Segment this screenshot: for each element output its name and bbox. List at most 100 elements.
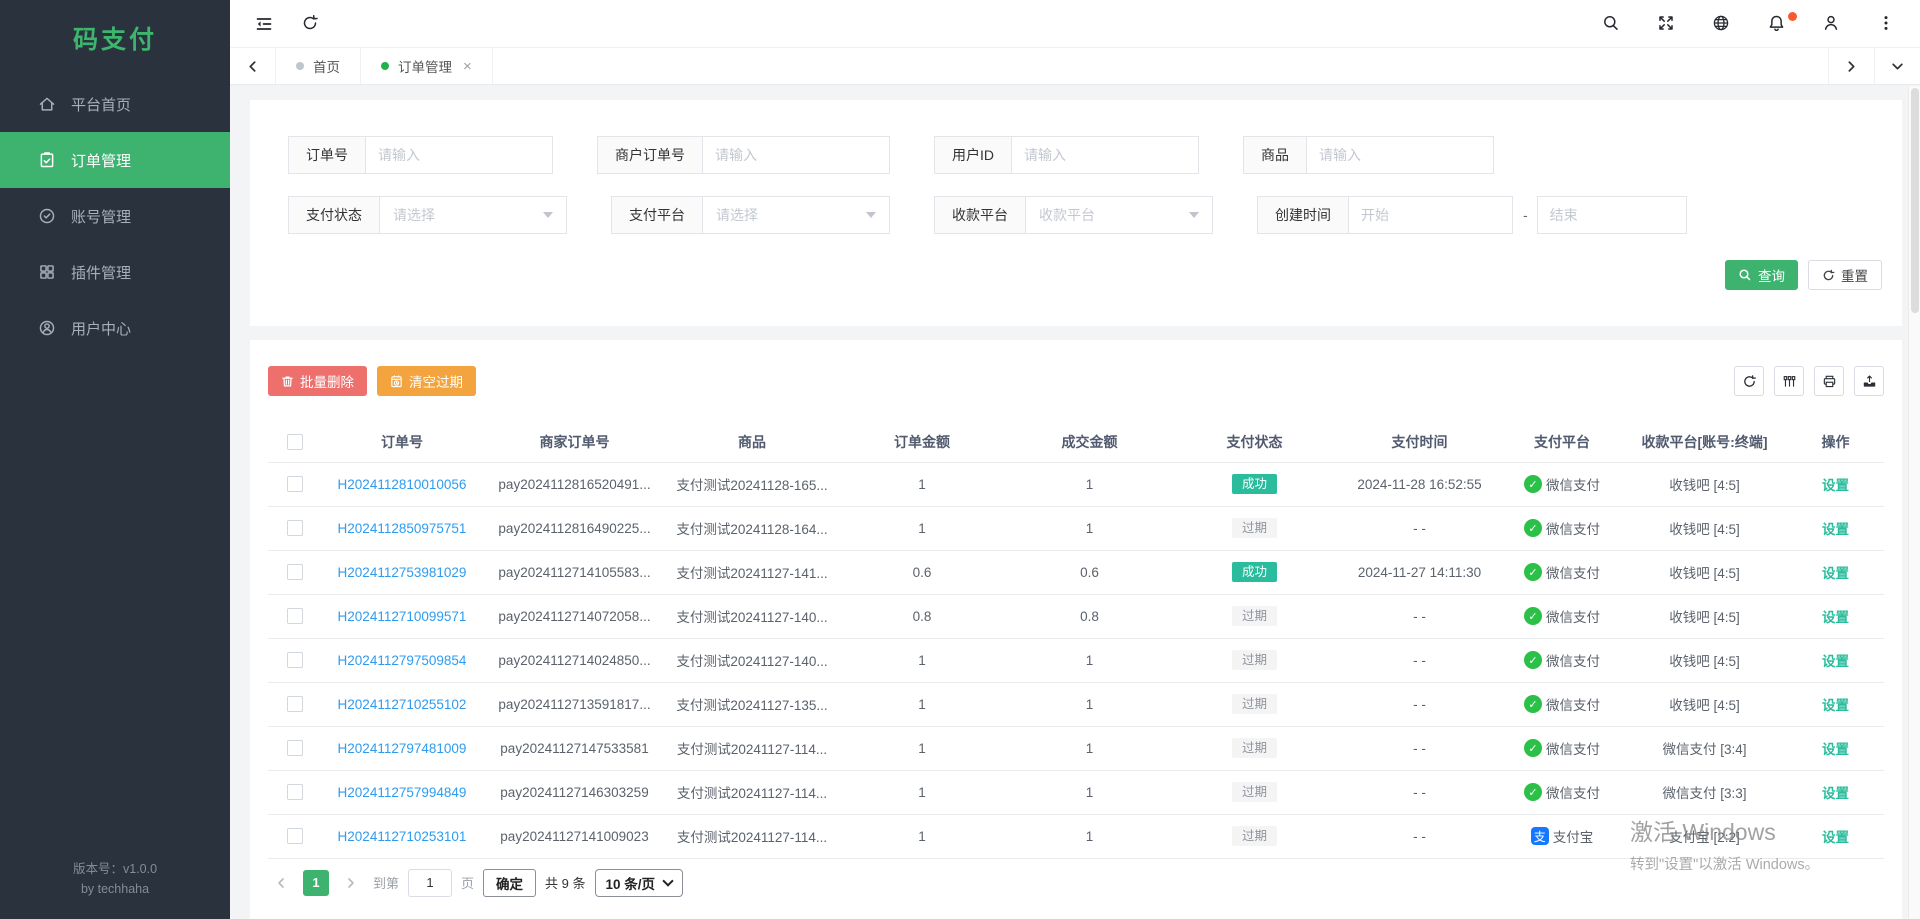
settings-link[interactable]: 设置 bbox=[1822, 522, 1849, 537]
cell-paid-amount: 0.6 bbox=[1007, 550, 1172, 594]
reset-icon bbox=[1822, 269, 1835, 282]
date-end-input[interactable] bbox=[1537, 196, 1687, 234]
settings-link[interactable]: 设置 bbox=[1822, 698, 1849, 713]
order-link[interactable]: H2024112850975751 bbox=[338, 521, 467, 536]
page-size-select[interactable]: 10 条/页 bbox=[595, 869, 684, 897]
fullscreen-icon[interactable] bbox=[1657, 14, 1676, 33]
row-checkbox[interactable] bbox=[287, 828, 303, 844]
settings-link[interactable]: 设置 bbox=[1822, 478, 1849, 493]
table-refresh-button[interactable] bbox=[1734, 366, 1764, 396]
refresh-page-icon[interactable] bbox=[301, 14, 320, 33]
row-checkbox[interactable] bbox=[287, 476, 303, 492]
cell-receiving-account: 微信支付 [3:4] bbox=[1622, 726, 1787, 770]
order-link[interactable]: H2024112810010056 bbox=[338, 477, 467, 492]
settings-link[interactable]: 设置 bbox=[1822, 830, 1849, 845]
filter-input[interactable] bbox=[365, 136, 553, 174]
row-checkbox[interactable] bbox=[287, 696, 303, 712]
export-button[interactable] bbox=[1854, 366, 1884, 396]
select-all-checkbox[interactable] bbox=[287, 434, 303, 450]
search-button[interactable]: 查询 bbox=[1725, 260, 1798, 290]
search-icon[interactable] bbox=[1602, 14, 1621, 33]
current-page-button[interactable]: 1 bbox=[303, 870, 329, 896]
cell-status: 过期 bbox=[1172, 506, 1337, 550]
cell-order-amount: 1 bbox=[837, 726, 1007, 770]
tabs-scroll-right-icon[interactable] bbox=[1828, 48, 1874, 84]
page-confirm-button[interactable]: 确定 bbox=[483, 869, 536, 897]
filter-field: 商户订单号 bbox=[597, 136, 890, 174]
filter-select[interactable]: 收款平台 bbox=[1025, 196, 1213, 234]
settings-link[interactable]: 设置 bbox=[1822, 654, 1849, 669]
settings-link[interactable]: 设置 bbox=[1822, 786, 1849, 801]
filter-select[interactable]: 请选择 bbox=[702, 196, 890, 234]
tabs-scroll-left-icon[interactable] bbox=[230, 48, 276, 84]
tabs-menu-chevron-icon[interactable] bbox=[1874, 48, 1920, 84]
cell-status: 过期 bbox=[1172, 814, 1337, 858]
settings-link[interactable]: 设置 bbox=[1822, 742, 1849, 757]
column-filter-button[interactable] bbox=[1774, 366, 1804, 396]
tab[interactable]: 首页 bbox=[276, 48, 361, 84]
page-number-input[interactable] bbox=[408, 869, 452, 897]
row-checkbox[interactable] bbox=[287, 520, 303, 536]
order-link[interactable]: H2024112797481009 bbox=[338, 741, 467, 756]
page-size-value: 10 条/页 bbox=[606, 873, 656, 893]
tab-close-icon[interactable] bbox=[463, 59, 472, 74]
row-checkbox[interactable] bbox=[287, 652, 303, 668]
tab-label: 订单管理 bbox=[398, 56, 452, 76]
sidebar-item-user[interactable]: 用户中心 bbox=[0, 300, 230, 356]
sidebar-item-plugin[interactable]: 插件管理 bbox=[0, 244, 230, 300]
clear-expired-button[interactable]: 清空过期 bbox=[377, 366, 476, 396]
next-page-icon[interactable] bbox=[338, 870, 364, 896]
vertical-scrollbar[interactable] bbox=[1908, 86, 1920, 919]
reset-button-label: 重置 bbox=[1841, 265, 1868, 285]
row-checkbox[interactable] bbox=[287, 608, 303, 624]
prev-page-icon[interactable] bbox=[268, 870, 294, 896]
menu-fold-icon[interactable] bbox=[254, 14, 273, 33]
print-button[interactable] bbox=[1814, 366, 1844, 396]
platform-name: 微信支付 bbox=[1546, 782, 1600, 802]
reset-button[interactable]: 重置 bbox=[1808, 260, 1882, 290]
order-link[interactable]: H2024112710253101 bbox=[338, 829, 467, 844]
cell-actions: 设置 bbox=[1787, 682, 1884, 726]
notification-dot bbox=[1788, 12, 1797, 21]
date-start-input[interactable] bbox=[1348, 196, 1513, 234]
sidebar-item-order[interactable]: 订单管理 bbox=[0, 132, 230, 188]
caret-down-icon bbox=[543, 212, 553, 218]
cell-order-amount: 0.6 bbox=[837, 550, 1007, 594]
language-globe-icon[interactable] bbox=[1712, 14, 1731, 33]
sidebar-item-account[interactable]: 账号管理 bbox=[0, 188, 230, 244]
cell-paid-amount: 1 bbox=[1007, 638, 1172, 682]
row-checkbox[interactable] bbox=[287, 740, 303, 756]
more-options-icon[interactable] bbox=[1877, 14, 1896, 33]
select-placeholder: 收款平台 bbox=[1039, 205, 1095, 225]
cell-platform: ✓微信支付 bbox=[1502, 682, 1622, 726]
batch-delete-button[interactable]: 批量删除 bbox=[268, 366, 367, 396]
main-area: 首页 订单管理 订单号 商户订单号 用户ID 商品 支付状态 bbox=[230, 0, 1920, 919]
batch-delete-label: 批量删除 bbox=[300, 371, 354, 391]
order-link[interactable]: H2024112710099571 bbox=[338, 609, 467, 624]
filter-input[interactable] bbox=[1306, 136, 1494, 174]
cell-order-no: H2024112753981029 bbox=[322, 550, 482, 594]
tab[interactable]: 订单管理 bbox=[361, 48, 493, 84]
row-checkbox[interactable] bbox=[287, 564, 303, 580]
row-checkbox[interactable] bbox=[287, 784, 303, 800]
cell-actions: 设置 bbox=[1787, 814, 1884, 858]
order-link[interactable]: H2024112753981029 bbox=[338, 565, 467, 580]
order-link[interactable]: H2024112757994849 bbox=[338, 785, 467, 800]
order-link[interactable]: H2024112797509854 bbox=[338, 653, 467, 668]
order-link[interactable]: H2024112710255102 bbox=[338, 697, 467, 712]
user-profile-icon[interactable] bbox=[1822, 14, 1841, 33]
notifications-bell-icon[interactable] bbox=[1767, 14, 1786, 33]
filter-input[interactable] bbox=[702, 136, 890, 174]
settings-link[interactable]: 设置 bbox=[1822, 566, 1849, 581]
cell-receiving-account: 支付宝 [2:2] bbox=[1622, 814, 1787, 858]
plugin-icon bbox=[38, 263, 56, 281]
sidebar-item-home[interactable]: 平台首页 bbox=[0, 76, 230, 132]
cell-paid-amount: 1 bbox=[1007, 682, 1172, 726]
filter-input[interactable] bbox=[1011, 136, 1199, 174]
cell-actions: 设置 bbox=[1787, 506, 1884, 550]
settings-link[interactable]: 设置 bbox=[1822, 610, 1849, 625]
cell-pay-time: - - bbox=[1337, 726, 1502, 770]
platform-name: 微信支付 bbox=[1546, 738, 1600, 758]
filter-select[interactable]: 请选择 bbox=[379, 196, 567, 234]
scrollbar-thumb[interactable] bbox=[1911, 88, 1919, 313]
